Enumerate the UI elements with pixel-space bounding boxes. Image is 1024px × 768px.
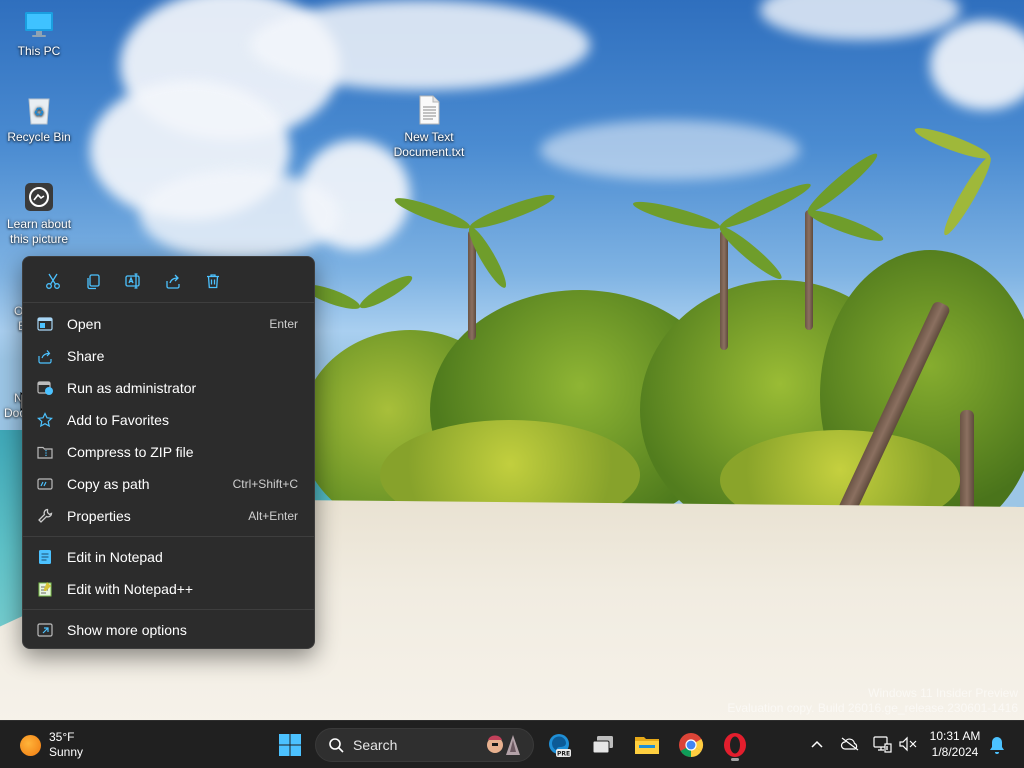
context-menu: Open Enter Share Run as administrator Ad… xyxy=(22,256,315,649)
copy-path-icon xyxy=(37,478,53,490)
clock-time: 10:31 AM xyxy=(929,729,981,743)
more-options-icon xyxy=(37,623,53,637)
desktop-partial-label: E xyxy=(0,319,26,334)
menu-item-label: Share xyxy=(67,348,105,364)
file-explorer-icon xyxy=(635,737,659,754)
copy-icon xyxy=(87,274,100,290)
chrome-icon xyxy=(679,733,704,757)
menu-item-edit-with-notepadpp[interactable]: Edit with Notepad++ xyxy=(27,574,310,604)
search-icon xyxy=(329,738,344,753)
text-file-icon xyxy=(413,94,445,126)
taskbar-search-box[interactable]: Search xyxy=(315,728,534,762)
wrench-icon xyxy=(38,508,53,523)
menu-item-run-as-administrator[interactable]: Run as administrator xyxy=(27,373,310,403)
menu-item-show-more-options[interactable]: Show more options xyxy=(27,615,310,645)
menu-item-shortcut: Alt+Enter xyxy=(248,509,298,523)
menu-item-share[interactable]: Share xyxy=(27,341,310,371)
notepadpp-icon xyxy=(38,582,52,597)
menu-item-label: Compress to ZIP file xyxy=(67,444,194,460)
desktop-icon-learn-about-picture[interactable]: Learn about this picture xyxy=(1,181,77,247)
monitor-icon xyxy=(23,8,55,40)
desktop-icon-label: This PC xyxy=(17,44,61,58)
menu-item-label: Show more options xyxy=(67,622,187,638)
system-clock[interactable]: 10:31 AM 1/8/2024 xyxy=(922,728,988,760)
menu-item-label: Properties xyxy=(67,508,131,524)
menu-item-copy-as-path[interactable]: Copy as path Ctrl+Shift+C xyxy=(27,469,310,499)
recycle-bin-icon: ♻ xyxy=(23,94,55,126)
share-icon xyxy=(166,274,180,289)
menu-item-edit-in-notepad[interactable]: Edit in Notepad xyxy=(27,542,310,572)
sun-icon xyxy=(20,734,41,756)
weather-temp: 35°F xyxy=(49,730,75,744)
menu-separator xyxy=(23,536,314,537)
menu-item-label: Copy as path xyxy=(67,476,150,492)
watermark-line-2: Evaluation copy. Build 26016.ge_release.… xyxy=(727,701,1018,715)
camera-icon xyxy=(23,181,55,213)
desktop-partial-label: O xyxy=(14,304,24,318)
desktop-icon-label: Learn about this picture xyxy=(6,217,72,246)
edge-badge: PRE xyxy=(557,751,570,758)
menu-separator xyxy=(23,609,314,610)
opera-running-indicator xyxy=(731,758,739,761)
desktop-icon-label: New Text Document.txt xyxy=(393,130,465,159)
share-button[interactable] xyxy=(153,265,193,297)
menu-item-label: Add to Favorites xyxy=(67,412,169,428)
desktop-icon-this-pc[interactable]: This PC xyxy=(1,8,77,59)
desktop-partial-label: Doc xyxy=(4,406,26,420)
context-menu-quick-actions xyxy=(23,257,314,303)
delete-button[interactable] xyxy=(193,265,233,297)
onedrive-icon[interactable] xyxy=(840,736,860,752)
menu-item-properties[interactable]: Properties Alt+Enter xyxy=(27,501,310,531)
chevron-up-icon[interactable] xyxy=(810,738,824,750)
share-icon xyxy=(38,350,52,364)
menu-item-label: Edit in Notepad xyxy=(67,549,163,565)
notepad-icon xyxy=(39,550,51,564)
menu-item-shortcut: Ctrl+Shift+C xyxy=(232,477,298,491)
menu-item-label: Open xyxy=(67,316,102,332)
rename-button[interactable] xyxy=(113,265,153,297)
weather-widget[interactable]: 35°F Sunny xyxy=(14,728,124,762)
menu-item-label: Edit with Notepad++ xyxy=(67,581,194,597)
watermark-line-1: Windows 11 Insider Preview xyxy=(868,686,1018,700)
search-placeholder: Search xyxy=(353,737,398,753)
clock-date: 1/8/2024 xyxy=(931,745,979,759)
taskbar-chrome[interactable] xyxy=(673,727,709,763)
desktop-icon-new-text-document[interactable]: New Text Document.txt xyxy=(391,94,467,160)
taskbar-file-explorer[interactable] xyxy=(629,727,665,763)
open-icon xyxy=(37,317,53,331)
edge-beta-icon: PRE xyxy=(549,734,571,758)
start-button[interactable] xyxy=(272,727,308,763)
menu-item-shortcut: Enter xyxy=(269,317,298,331)
desktop-partial-label: N xyxy=(14,391,23,405)
taskbar-edge-beta[interactable]: PRE xyxy=(541,727,577,763)
admin-shield-icon xyxy=(37,381,53,395)
menu-item-compress-to-zip[interactable]: Compress to ZIP file xyxy=(27,437,310,467)
start-icon xyxy=(279,734,301,756)
network-icon[interactable] xyxy=(872,735,892,753)
cut-button[interactable] xyxy=(33,265,73,297)
menu-item-add-to-favorites[interactable]: Add to Favorites xyxy=(27,405,310,435)
menu-item-open[interactable]: Open Enter xyxy=(27,309,310,339)
taskbar-opera[interactable] xyxy=(717,727,753,763)
desktop-icon-recycle-bin[interactable]: ♻ Recycle Bin xyxy=(1,94,77,145)
opera-icon xyxy=(724,733,746,757)
search-highlight-icon xyxy=(487,735,520,755)
scissors-icon xyxy=(46,273,60,289)
star-icon xyxy=(37,412,53,428)
svg-text:♻: ♻ xyxy=(34,105,45,119)
zip-icon xyxy=(37,446,53,459)
task-view-icon xyxy=(592,736,613,754)
taskbar: 35°F Sunny Search PRE 10:31 AM 1/8/2024 xyxy=(0,720,1024,768)
notification-bell-icon[interactable] xyxy=(988,735,1006,755)
rename-icon xyxy=(125,273,140,289)
trash-icon xyxy=(207,274,219,289)
copy-button[interactable] xyxy=(73,265,113,297)
desktop-icon-label: Recycle Bin xyxy=(7,130,71,144)
taskbar-task-view[interactable] xyxy=(585,727,621,763)
weather-condition: Sunny xyxy=(49,745,84,759)
menu-item-label: Run as administrator xyxy=(67,380,197,396)
volume-muted-icon[interactable] xyxy=(898,736,918,752)
